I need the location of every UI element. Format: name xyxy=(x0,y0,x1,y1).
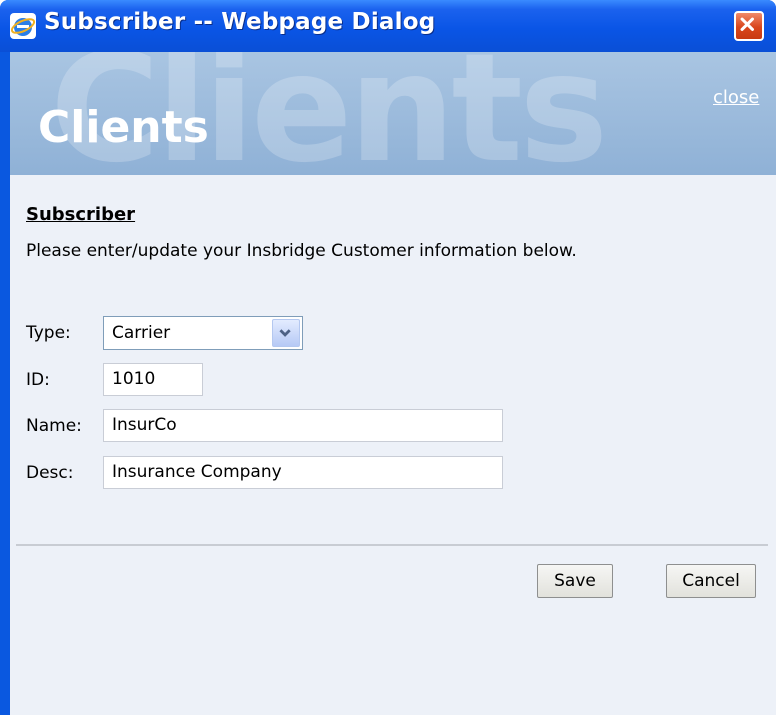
close-icon xyxy=(740,17,754,31)
type-label: Type: xyxy=(26,323,71,343)
chevron-down-icon xyxy=(279,329,291,337)
banner-title: Clients xyxy=(38,102,209,153)
clients-banner: Clients Clients close xyxy=(10,52,776,175)
name-field[interactable]: InsurCo xyxy=(103,409,503,442)
window-title: Subscriber -- Webpage Dialog xyxy=(44,9,436,35)
id-label: ID: xyxy=(26,370,50,390)
dialog-window: Subscriber -- Webpage Dialog Clients Cli… xyxy=(0,0,776,715)
divider xyxy=(16,544,768,546)
type-select-value: Carrier xyxy=(112,323,171,343)
instructions-text: Please enter/update your Insbridge Custo… xyxy=(26,241,577,261)
type-select[interactable]: Carrier xyxy=(103,316,303,350)
dialog-content: Clients Clients close Subscriber Please … xyxy=(10,52,776,715)
dropdown-button[interactable] xyxy=(272,319,300,347)
title-bar[interactable]: Subscriber -- Webpage Dialog xyxy=(0,0,776,52)
section-title: Subscriber xyxy=(26,204,136,225)
name-label: Name: xyxy=(26,416,82,436)
desc-label: Desc: xyxy=(26,463,74,483)
id-field[interactable]: 1010 xyxy=(103,363,203,396)
window-close-button[interactable] xyxy=(734,11,764,41)
cancel-button[interactable]: Cancel xyxy=(666,564,756,598)
internet-explorer-icon xyxy=(10,13,36,39)
save-button[interactable]: Save xyxy=(537,564,613,598)
desc-field[interactable]: Insurance Company xyxy=(103,456,503,489)
close-link[interactable]: close xyxy=(713,87,759,108)
